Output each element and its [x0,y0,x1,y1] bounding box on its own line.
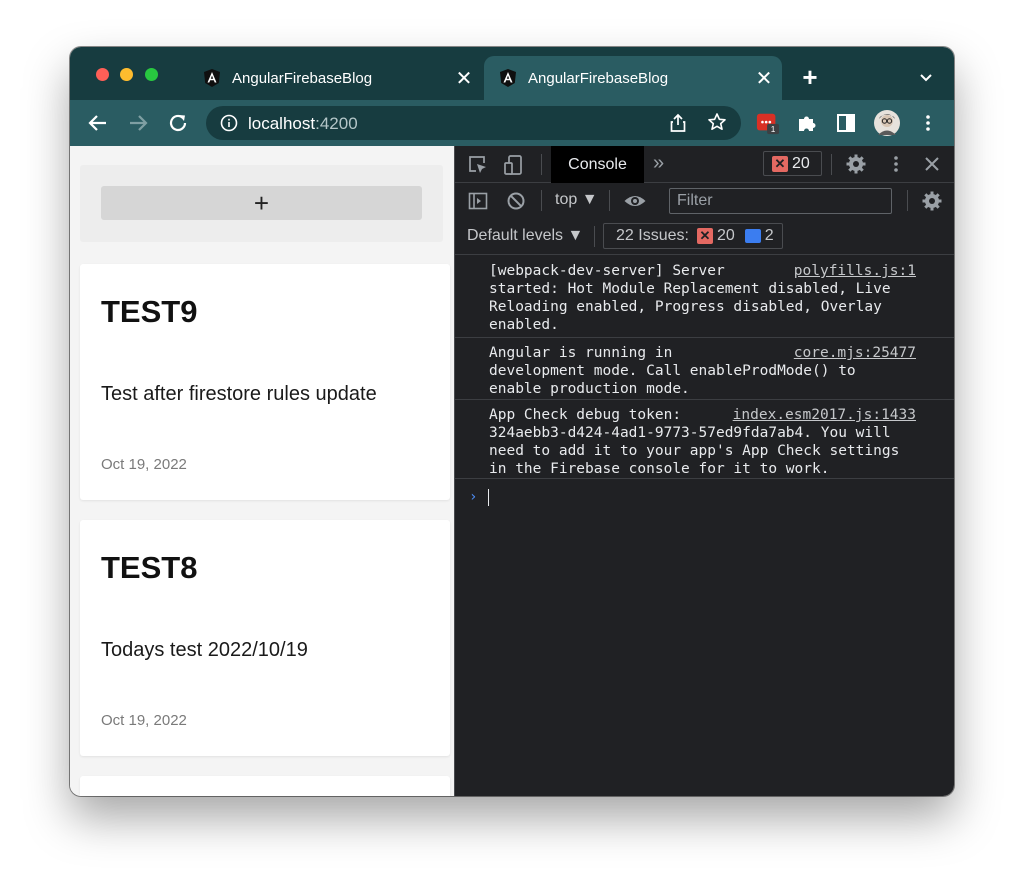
console-message[interactable]: [webpack-dev-server] Server started: Hot… [455,256,954,338]
post-title: TEST8 [101,550,198,585]
eye-icon[interactable] [623,190,647,212]
address-bar[interactable]: localhost:4200 [206,106,741,140]
zoom-window-button[interactable] [145,68,158,81]
console-message[interactable]: App Check debug token: 324aebb3-d424-4ad… [455,400,954,479]
devtools-tab-bar: Console » ✕ 20 [455,146,954,183]
close-tab-icon[interactable]: ✕ [750,66,778,91]
clear-console-icon[interactable] [505,190,527,212]
post-card[interactable]: TEST8 Todays test 2022/10/19 Oct 19, 202… [80,520,450,756]
url-port: :4200 [315,114,358,133]
page-content: + TEST9 Test after firestore rules updat… [70,146,454,796]
settings-gear-icon[interactable] [845,153,867,175]
inspect-element-icon[interactable] [467,154,489,176]
tab-angularfirebaseblog-1[interactable]: AngularFirebaseBlog ✕ [188,56,482,100]
more-tabs-chevron[interactable]: » [653,152,664,175]
new-tab-button[interactable]: + [796,63,824,91]
tab-title: AngularFirebaseBlog [528,69,669,87]
add-post-panel: + [80,165,443,242]
issues-button[interactable]: 22 Issues: ✕ 20 2 [603,223,783,249]
console-message[interactable]: Angular is running in development mode. … [455,338,954,400]
console-prompt-chevron: › [469,489,478,505]
close-window-button[interactable] [96,68,109,81]
post-body: Todays test 2022/10/19 [101,639,308,661]
divider [541,190,542,211]
console-source-link[interactable]: polyfills.js:1 [794,262,916,280]
forward-arrow-icon[interactable] [126,111,150,135]
error-icon: ✕ [696,228,713,244]
profile-avatar[interactable] [873,109,901,137]
context-selector[interactable]: top ▼ [555,191,598,209]
console-toolbar: top ▼ Filter [455,183,954,218]
extension-badge: 1 [771,124,776,134]
back-arrow-icon[interactable] [86,111,110,135]
close-tab-icon[interactable]: ✕ [450,66,478,91]
url-host: localhost [248,114,316,133]
angular-icon [202,68,222,88]
sidebar-toggle-icon[interactable] [467,190,489,212]
divider [541,154,542,175]
post-date: Oct 19, 2022 [101,712,187,729]
tab-angularfirebaseblog-2[interactable]: AngularFirebaseBlog ✕ [484,56,782,100]
browser-window: AngularFirebaseBlog ✕ AngularFirebaseBlo… [70,47,954,796]
puzzle-extensions-icon[interactable] [795,111,819,135]
side-panel-icon[interactable] [834,111,858,135]
post-title: TEST9 [101,294,198,329]
console-source-link[interactable]: index.esm2017.js:1433 [733,406,916,424]
post-card[interactable]: TEST9 Test after firestore rules update … [80,264,450,500]
console-settings-gear-icon[interactable] [921,190,943,212]
tab-title: AngularFirebaseBlog [232,69,373,87]
divider [594,226,595,247]
tab-strip: AngularFirebaseBlog ✕ AngularFirebaseBlo… [70,47,954,100]
console-input-cursor[interactable] [488,489,489,506]
divider [907,190,908,211]
bookmark-star-icon[interactable] [707,112,727,137]
devtools-panel: Console » ✕ 20 top ▼ Filter Default leve… [454,146,954,796]
minimize-window-button[interactable] [120,68,133,81]
info-icon[interactable] [220,114,238,137]
browser-toolbar: localhost:4200 1 [70,100,954,146]
default-levels-dropdown[interactable]: Default levels ▼ [467,227,583,245]
more-vert-icon[interactable] [916,111,940,135]
reload-icon[interactable] [166,111,190,135]
issues-error-count: 20 [716,227,735,244]
console-source-link[interactable]: core.mjs:25477 [794,344,916,362]
issues-message-count: 2 [764,227,774,244]
filter-input[interactable]: Filter [669,188,892,214]
device-toolbar-icon[interactable] [503,154,525,176]
levels-bar: Default levels ▼ 22 Issues: ✕ 20 2 [455,218,954,255]
angular-icon [498,68,518,88]
url-text: localhost:4200 [248,114,358,134]
post-body: Test after firestore rules update [101,383,377,405]
post-card[interactable] [80,776,450,796]
share-icon[interactable] [669,113,687,138]
add-post-button[interactable]: + [101,186,422,220]
error-count-badge[interactable]: ✕ 20 [763,151,822,176]
extension-icon[interactable]: 1 [756,111,780,135]
tab-console[interactable]: Console [551,146,644,183]
error-count: 20 [792,154,810,172]
post-date: Oct 19, 2022 [101,456,187,473]
error-icon: ✕ [772,155,788,172]
divider [831,154,832,175]
close-devtools-icon[interactable] [921,153,943,175]
issues-label: 22 Issues: [616,227,689,244]
chevron-down-icon[interactable] [916,67,936,87]
more-vert-icon[interactable] [885,153,907,175]
divider [609,190,610,211]
message-icon [744,229,761,243]
